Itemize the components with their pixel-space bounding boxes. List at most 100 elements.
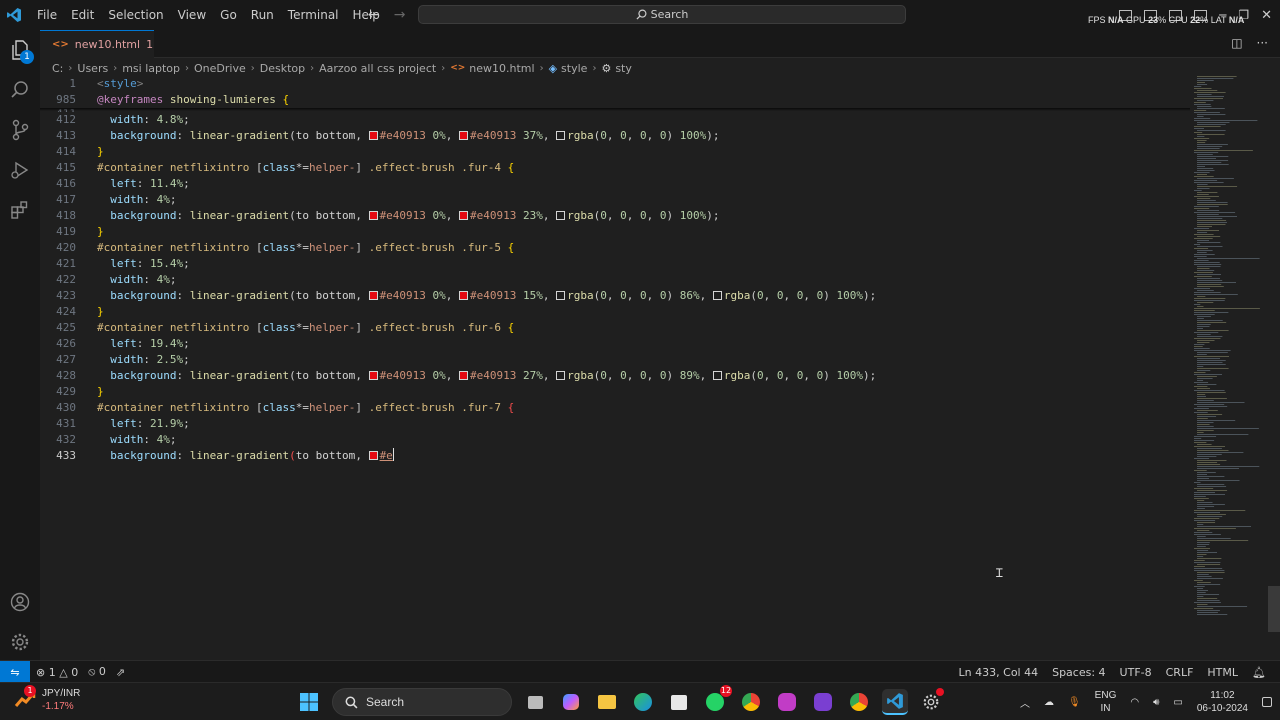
code-line: 420 #container netflixintro [class*=helpe… — [56, 241, 515, 254]
lang-primary: ENG — [1094, 690, 1117, 701]
code-line: 417 width: 4%; — [56, 193, 177, 206]
text-cursor — [392, 448, 394, 461]
code-line: 428 background: linear-gradient(to botto… — [56, 369, 877, 382]
copilot-icon[interactable] — [558, 689, 584, 715]
code-editor[interactable]: 1 <style> 985 @keyframes showing-lumieres … — [40, 76, 1190, 660]
breadcrumb-item[interactable]: sty — [615, 62, 632, 75]
show-hidden-icons-chevron-icon[interactable]: ︿ — [1020, 695, 1030, 710]
market-widget[interactable]: 1 JPY/INR -1.17% — [14, 685, 81, 713]
code-line: 414} — [56, 145, 104, 158]
chevron-right-icon: › — [68, 62, 73, 74]
code-line-current: 433 background: linear-gradient(to botto… — [56, 448, 394, 462]
source-control-icon[interactable] — [8, 118, 32, 142]
volume-icon[interactable]: 🔊︎ — [1153, 697, 1159, 708]
breadcrumb-item[interactable]: OneDrive — [194, 62, 246, 75]
ticker-name: JPY/INR — [42, 688, 81, 699]
run-debug-icon[interactable] — [8, 158, 32, 182]
ports-icon: ⦸ — [88, 665, 96, 678]
remote-indicator-icon[interactable]: ⇋ — [0, 661, 30, 683]
video-editor-icon[interactable] — [810, 689, 836, 715]
code-line: 1 <style> — [69, 77, 144, 90]
notification-center-icon[interactable] — [1262, 697, 1272, 707]
language-mode[interactable]: HTML — [1207, 666, 1238, 679]
breadcrumb-item[interactable]: new10.html — [469, 62, 534, 75]
encoding[interactable]: UTF-8 — [1120, 666, 1152, 679]
code-line: 413 background: linear-gradient(to botto… — [56, 129, 720, 142]
title-bar: File Edit Selection View Go Run Terminal… — [0, 0, 1280, 30]
activity-bar: 1 — [0, 30, 40, 660]
input-language[interactable]: ENG IN — [1095, 689, 1117, 715]
code-line: 415 #container netflixintro [class*=helpe… — [56, 161, 515, 174]
accounts-icon[interactable] — [8, 590, 32, 614]
clock[interactable]: 11:02 06-10-2024 — [1197, 689, 1248, 715]
command-center-search[interactable]: Search — [418, 5, 906, 24]
settings-app-icon[interactable] — [918, 688, 944, 715]
more-actions-icon[interactable]: ··· — [1257, 36, 1268, 50]
menu-go[interactable]: Go — [213, 0, 244, 30]
vscode-logo-icon — [0, 0, 28, 30]
widget-badge: 1 — [24, 685, 36, 697]
menu-selection[interactable]: Selection — [101, 0, 170, 30]
error-icon: ⊗ — [36, 665, 46, 679]
wifi-icon[interactable]: ◠ — [1130, 697, 1139, 708]
end-of-line[interactable]: CRLF — [1166, 666, 1194, 679]
file-explorer-icon[interactable] — [594, 689, 620, 715]
menu-view[interactable]: View — [171, 0, 213, 30]
breadcrumb-item[interactable]: msi laptop — [122, 62, 180, 75]
menu-edit[interactable]: Edit — [64, 0, 101, 30]
back-arrow-icon[interactable]: ← — [368, 7, 380, 23]
warning-count: 0 — [71, 665, 79, 679]
wrench-icon: ⚙ — [601, 61, 612, 75]
taskbar-search[interactable]: Search — [332, 688, 512, 716]
chart-up-icon: 1 — [14, 685, 36, 711]
vertical-scrollbar-thumb[interactable] — [1268, 586, 1280, 632]
close-icon[interactable]: ✕ — [1261, 8, 1272, 23]
chrome-profile-icon[interactable] — [846, 689, 872, 715]
code-line: 431 left: 21.9%; — [56, 417, 190, 430]
menu-run[interactable]: Run — [244, 0, 281, 30]
split-editor-icon[interactable]: ◫ — [1231, 36, 1242, 50]
indentation[interactable]: Spaces: 4 — [1052, 666, 1105, 679]
onedrive-cloud-icon[interactable]: ☁ — [1044, 697, 1054, 708]
chevron-right-icon: › — [250, 62, 255, 74]
extensions-icon[interactable] — [8, 198, 32, 222]
chrome-icon[interactable] — [738, 689, 764, 715]
breadcrumb: C: › Users › msi laptop › OneDrive › Desktop… — [52, 60, 632, 76]
search-icon[interactable] — [8, 78, 32, 102]
microphone-icon[interactable]: 🎙︎ — [1068, 697, 1081, 708]
chevron-right-icon: › — [185, 62, 190, 74]
edge-browser-icon[interactable] — [630, 689, 656, 715]
battery-icon[interactable]: ▭ — [1173, 697, 1182, 708]
live-share-icon[interactable]: ⇗ — [116, 666, 125, 679]
start-windows-icon[interactable] — [296, 689, 322, 715]
task-view-icon[interactable] — [522, 689, 548, 715]
breadcrumb-item[interactable]: Desktop — [260, 62, 305, 75]
chevron-right-icon: › — [113, 62, 118, 74]
menu-file[interactable]: File — [30, 0, 64, 30]
cursor-position[interactable]: Ln 433, Col 44 — [959, 666, 1039, 679]
vscode-taskbar-icon[interactable] — [882, 689, 908, 715]
minimap[interactable] — [1192, 76, 1268, 636]
notifications-bell-icon[interactable]: 🔔︎ — [1252, 666, 1266, 679]
problems-indicator[interactable]: ⊗ 1 △ 0 — [36, 666, 78, 679]
whatsapp-badge: 12 — [720, 685, 732, 697]
media-app-icon[interactable] — [774, 689, 800, 715]
html-file-icon: <> — [52, 39, 69, 50]
code-line: 412 width: 4.8%; — [56, 113, 190, 126]
tab-new10-html[interactable]: <> new10.html 1 — [40, 30, 154, 58]
breadcrumb-item[interactable]: style — [561, 62, 587, 75]
code-line: 416 left: 11.4%; — [56, 177, 190, 190]
editor-tab-bar: <> new10.html 1 ◫ ··· — [40, 30, 1280, 58]
taskbar-apps: Search 12 — [296, 685, 944, 717]
manage-gear-icon[interactable] — [8, 630, 32, 654]
menu-terminal[interactable]: Terminal — [281, 0, 346, 30]
whatsapp-icon[interactable]: 12 — [702, 685, 732, 715]
breadcrumb-item[interactable]: Aarzoo all css project — [319, 62, 436, 75]
ports-indicator[interactable]: ⦸ 0 — [88, 665, 106, 679]
code-line: 426 left: 19.4%; — [56, 337, 190, 350]
forward-arrow-icon[interactable]: → — [394, 7, 406, 23]
warning-icon: △ — [59, 665, 68, 679]
store-icon[interactable] — [666, 689, 692, 715]
breadcrumb-item[interactable]: C: — [52, 62, 63, 75]
breadcrumb-item[interactable]: Users — [77, 62, 108, 75]
